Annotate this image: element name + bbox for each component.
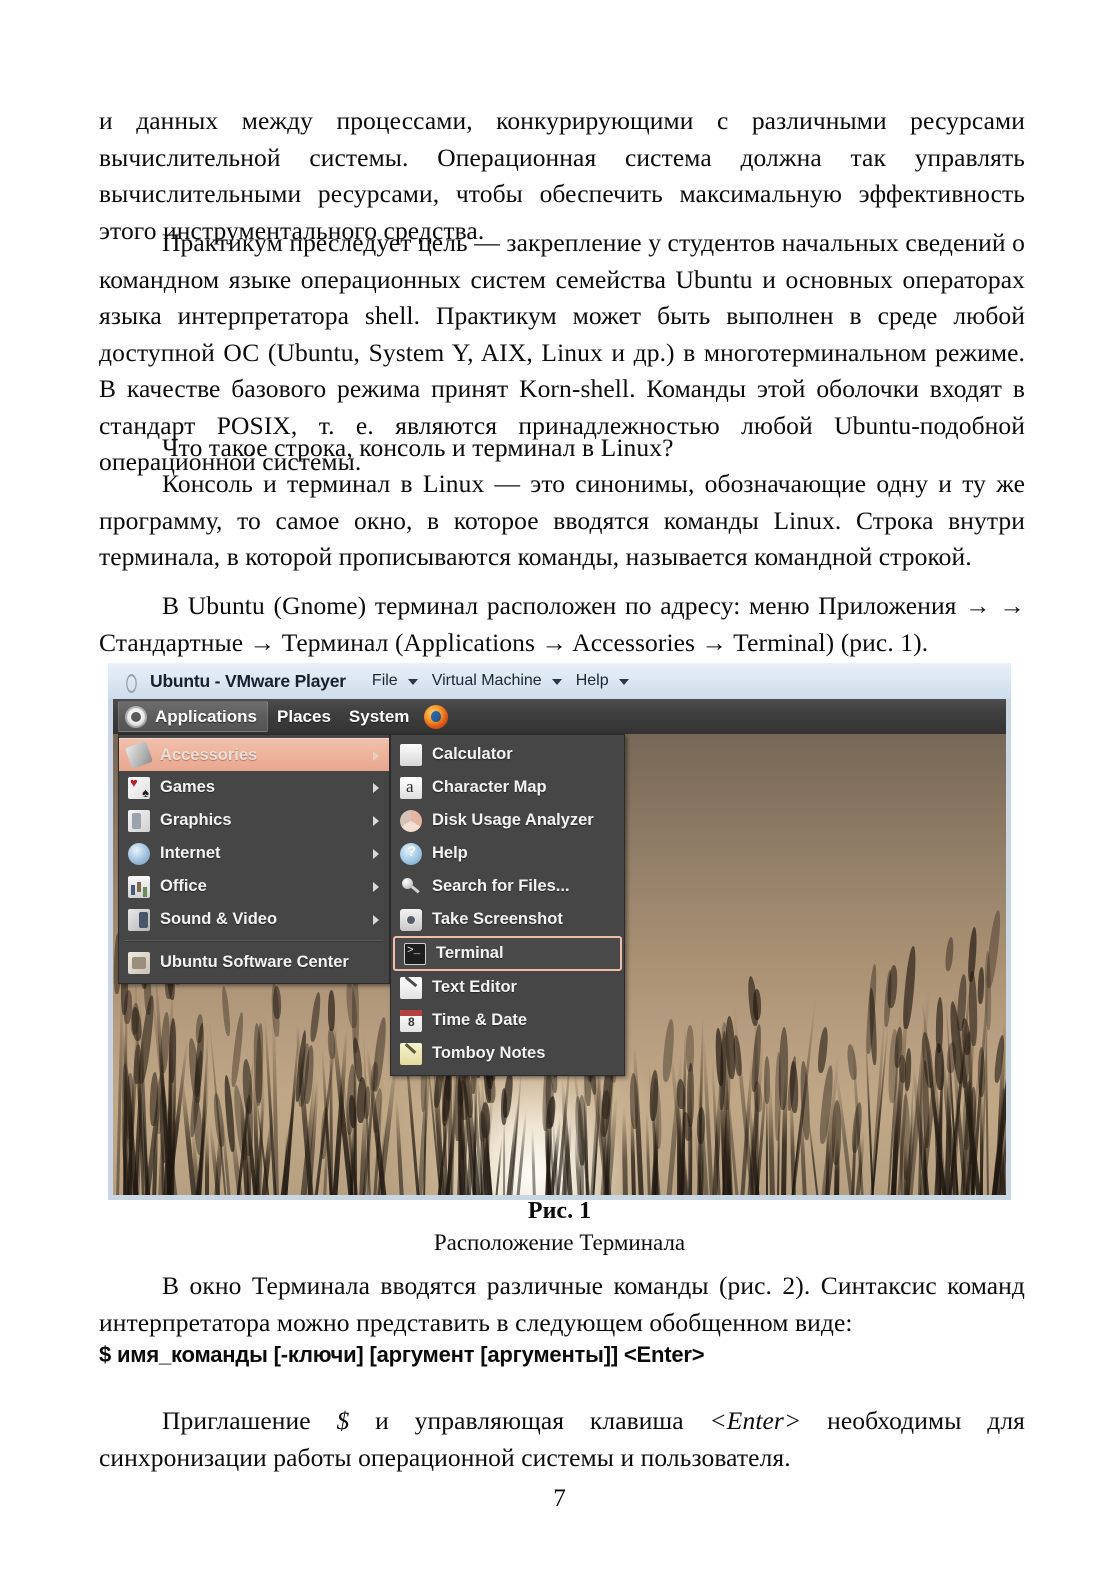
menu-item-sound-video[interactable]: Sound & Video (119, 903, 389, 936)
places-menu[interactable]: Places (268, 707, 340, 727)
applications-main-menu: Accessories Games Graphics Internet Office So… (118, 734, 390, 984)
menu-item-label: Terminal (436, 944, 504, 962)
graphics-icon (128, 809, 150, 832)
paragraph-3: Что такое строка, консоль и терминал в L… (162, 433, 674, 462)
office-icon (128, 875, 150, 898)
menu-item-label: Graphics (160, 811, 232, 829)
text-editor-icon (400, 976, 422, 999)
menu-item-time-date[interactable]: Time & Date (391, 1004, 624, 1037)
menu-item-label: Search for Files... (432, 877, 570, 895)
command-syntax-line: $ имя_команды [-ключи] [аргумент [аргуме… (99, 1342, 705, 1367)
submenu-arrow-icon (373, 882, 379, 892)
menu-item-label: Calculator (432, 745, 513, 763)
submenu-arrow-icon (373, 915, 379, 925)
menu-file[interactable]: File (368, 672, 402, 690)
system-menu[interactable]: System (340, 707, 418, 727)
menu-item-label: Sound & Video (160, 910, 278, 928)
applications-menu-button[interactable]: Applications (118, 701, 269, 732)
gnome-top-panel: Applications Places System (113, 699, 1006, 734)
camera-icon (400, 908, 422, 931)
menu-help[interactable]: Help (572, 672, 613, 690)
menu-item-label: Help (432, 844, 468, 862)
games-icon (128, 776, 150, 799)
menu-item-games[interactable]: Games (119, 771, 389, 804)
closing-middle: и управляющая клавиша (349, 1406, 710, 1435)
menu-item-graphics[interactable]: Graphics (119, 804, 389, 837)
accessories-icon (124, 740, 154, 770)
menu-item-text-editor[interactable]: Text Editor (391, 971, 624, 1004)
vmware-menubar: File Virtual Machine Help (368, 672, 637, 690)
menu-separator (125, 940, 383, 942)
menu-item-take-screenshot[interactable]: Take Screenshot (391, 903, 624, 936)
chevron-down-icon-file[interactable] (407, 679, 418, 685)
menu-item-label: Accessories (160, 745, 258, 764)
menu-item-search-for-files[interactable]: Search for Files... (391, 870, 624, 903)
applications-menu-label: Applications (155, 706, 258, 726)
submenu-arrow-icon (373, 849, 379, 859)
paragraph-5: В Ubuntu (Gnome) терминал расположен по … (99, 591, 1025, 657)
submenu-arrow-icon (373, 816, 379, 826)
calculator-icon (400, 743, 422, 766)
menu-item-accessories[interactable]: Accessories (119, 738, 389, 771)
menu-item-label: Ubuntu Software Center (160, 953, 349, 971)
time-date-icon (400, 1009, 422, 1032)
chevron-down-icon-vm[interactable] (551, 679, 562, 685)
closing-italic-enter: <Enter> (709, 1406, 802, 1435)
character-map-icon (400, 776, 422, 799)
accessories-submenu: Calculator Character Map Disk Usage Analyz… (390, 734, 625, 1076)
sound-video-icon (128, 908, 150, 931)
ubuntu-logo-icon (125, 705, 147, 728)
menu-virtual-machine[interactable]: Virtual Machine (428, 672, 546, 690)
page-number: 7 (553, 1485, 566, 1512)
ubuntu-software-center-icon (128, 951, 150, 974)
menu-item-label: Take Screenshot (432, 910, 563, 928)
paragraph-closing: Приглашение $ и управляющая клавиша <Ent… (99, 1403, 1025, 1476)
menu-item-label: Character Map (432, 778, 547, 796)
disk-usage-icon (400, 809, 422, 832)
terminal-icon (404, 942, 426, 965)
menu-item-office[interactable]: Office (119, 870, 389, 903)
figure-caption-number: Рис. 1 (527, 1198, 592, 1224)
menu-item-label: Time & Date (432, 1011, 528, 1029)
firefox-icon[interactable] (424, 704, 449, 729)
closing-before: Приглашение (162, 1406, 337, 1435)
figure-screenshot: Ubuntu - VMware Player File Virtual Mach… (108, 663, 1011, 1200)
tomboy-notes-icon (400, 1042, 422, 1065)
internet-icon (128, 842, 150, 865)
menu-item-internet[interactable]: Internet (119, 837, 389, 870)
menu-item-tomboy-notes[interactable]: Tomboy Notes (391, 1037, 624, 1070)
document-page: и данных между процессами, конкурирующим… (0, 0, 1119, 1582)
figure-caption-text: Расположение Терминала (433, 1230, 686, 1255)
paragraph-after-figure: В окно Терминала вводятся различные кома… (99, 1271, 1025, 1337)
closing-italic-dollar: $ (336, 1406, 350, 1435)
menu-item-label: Tomboy Notes (432, 1044, 546, 1062)
vmware-logo-icon (120, 672, 139, 691)
submenu-arrow-icon (373, 751, 379, 761)
menu-item-terminal[interactable]: Terminal (393, 936, 622, 971)
menu-item-label: Office (160, 877, 207, 895)
search-icon (400, 876, 422, 898)
menu-item-label: Disk Usage Analyzer (432, 811, 594, 829)
menu-item-help[interactable]: Help (391, 837, 624, 870)
submenu-arrow-icon (373, 783, 379, 793)
menu-item-label: Text Editor (432, 978, 517, 996)
chevron-down-icon-help[interactable] (618, 679, 629, 685)
menu-item-calculator[interactable]: Calculator (391, 738, 624, 771)
paragraph-4: Консоль и терминал в Linux — это синоним… (99, 469, 1025, 571)
menu-item-ubuntu-software-center[interactable]: Ubuntu Software Center (119, 946, 389, 979)
vm-guest-screen: Applications Places System Accessories Ga… (113, 699, 1006, 1195)
menu-item-label: Games (160, 778, 216, 796)
vmware-titlebar: Ubuntu - VMware Player File Virtual Mach… (108, 663, 1011, 699)
vmware-window-title: Ubuntu - VMware Player (150, 670, 346, 691)
menu-item-character-map[interactable]: Character Map (391, 771, 624, 804)
menu-item-label: Internet (160, 844, 221, 862)
menu-item-disk-usage-analyzer[interactable]: Disk Usage Analyzer (391, 804, 624, 837)
help-icon (400, 842, 422, 865)
